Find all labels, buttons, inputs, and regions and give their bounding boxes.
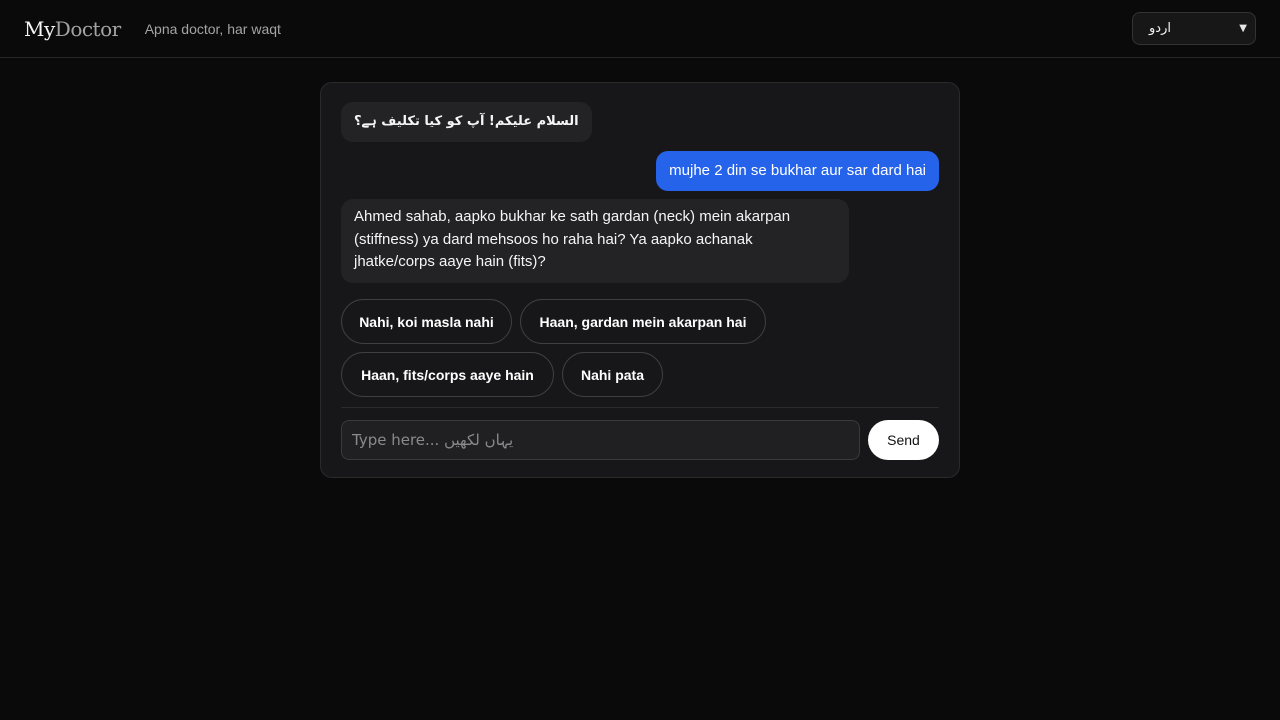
user-message: mujhe 2 din se bukhar aur sar dard hai: [656, 151, 939, 191]
app-tagline: Apna doctor, har waqt: [144, 20, 281, 37]
message-input[interactable]: [341, 420, 860, 460]
quick-reply-dont-know[interactable]: Nahi pata: [562, 352, 663, 397]
quick-reply-neck-stiffness[interactable]: Haan, gardan mein akarpan hai: [520, 299, 766, 344]
send-button[interactable]: Send: [868, 420, 939, 460]
logo-my: My: [24, 16, 55, 41]
bot-message-question: Ahmed sahab, aapko bukhar ke sath gardan…: [341, 199, 849, 283]
language-selected-value: اردو: [1149, 21, 1171, 36]
app-header: MyDoctor Apna doctor, har waqt اردو ▼: [0, 0, 1280, 58]
quick-reply-no-problem[interactable]: Nahi, koi masla nahi: [341, 299, 512, 344]
logo-doctor: Doctor: [54, 16, 121, 41]
composer-divider: [341, 407, 939, 408]
quick-reply-fits[interactable]: Haan, fits/corps aaye hain: [341, 352, 554, 397]
chevron-down-icon: ▼: [1239, 23, 1247, 34]
chat-panel: السلام علیکم! آپ کو کیا تکلیف ہے؟ mujhe …: [320, 82, 960, 478]
language-select[interactable]: اردو ▼: [1132, 12, 1256, 45]
bot-message-greeting: السلام علیکم! آپ کو کیا تکلیف ہے؟: [341, 102, 592, 142]
app-logo[interactable]: MyDoctor: [24, 17, 121, 41]
